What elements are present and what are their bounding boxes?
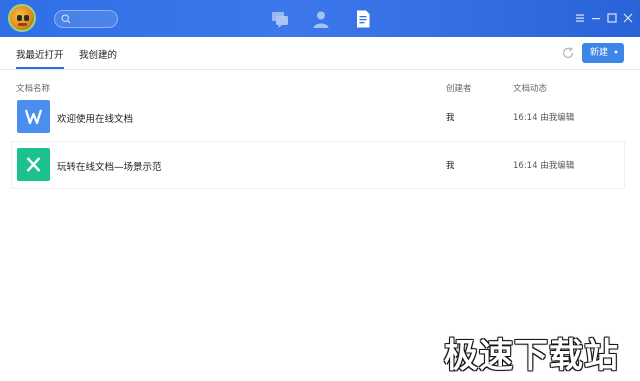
new-button-label: 新建 [590,48,609,58]
tab-recent[interactable]: 我最近打开 [16,47,64,61]
document-title[interactable]: 玩转在线文档—场景示范 [57,159,162,173]
close-icon[interactable] [622,12,634,24]
table-row[interactable]: 欢迎使用在线文档 我 16:14 由我编辑 [12,94,624,140]
tab-bar: 我最近打开 我创建的 新建 [0,37,640,70]
document-creator: 我 [446,161,455,171]
maximize-icon[interactable] [606,12,618,24]
document-activity: 16:14 由我编辑 [513,161,575,171]
chevron-down-icon[interactable] [614,51,618,54]
document-icon[interactable] [353,9,373,29]
watermark: 极速下载站 [444,336,619,376]
menu-icon[interactable] [574,12,586,24]
minimize-icon[interactable] [590,12,602,24]
tab-created[interactable]: 我创建的 [79,47,117,61]
document-title[interactable]: 欢迎使用在线文档 [57,111,133,125]
active-tab-indicator [16,67,64,69]
chat-icon[interactable] [270,9,290,29]
title-bar [0,0,640,37]
new-button[interactable]: 新建 [582,43,624,63]
sheet-doc-icon [17,148,50,181]
refresh-icon[interactable] [561,46,575,60]
contacts-icon[interactable] [311,9,331,29]
word-doc-icon [17,100,50,133]
table-row[interactable]: 玩转在线文档—场景示范 我 16:14 由我编辑 [12,142,624,188]
column-header-creator: 创建者 [446,84,472,94]
document-activity: 16:14 由我编辑 [513,113,575,123]
column-header-activity: 文档动态 [513,84,548,94]
document-creator: 我 [446,113,455,123]
search-input[interactable] [54,10,118,28]
search-icon [61,14,71,24]
user-avatar[interactable] [8,4,36,32]
column-header-name: 文档名称 [16,84,51,94]
